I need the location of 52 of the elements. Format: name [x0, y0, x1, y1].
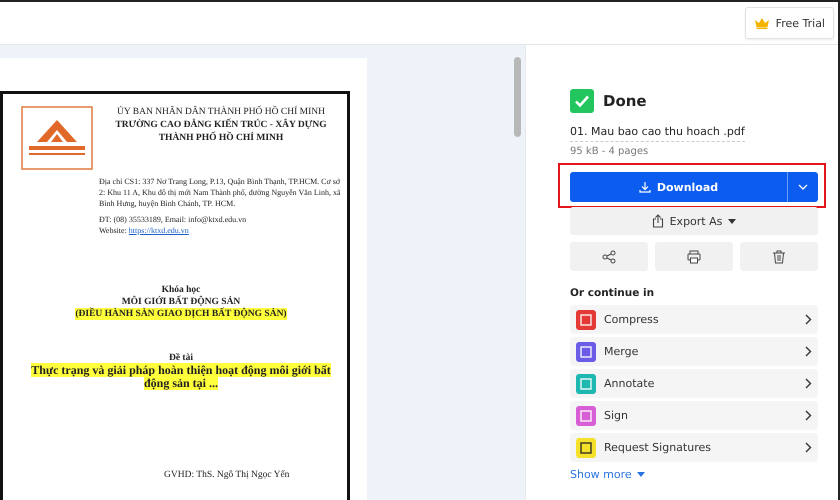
show-more-link[interactable]: Show more: [570, 468, 645, 481]
website-label: Website:: [99, 226, 127, 235]
delete-button[interactable]: [740, 242, 818, 271]
tool-item[interactable]: Compress: [570, 305, 818, 334]
file-name: 01. Mau bao cao thu hoach .pdf: [570, 125, 745, 142]
header-line: THÀNH PHỐ HỒ CHÍ MINH: [158, 132, 284, 145]
free-trial-button[interactable]: Free Trial: [744, 7, 834, 39]
file-meta: 95 kB - 4 pages: [570, 146, 650, 157]
topic-label: Đề tài: [168, 352, 193, 364]
course-label: Khóa học: [162, 284, 200, 296]
chevron-down-icon: [798, 184, 808, 190]
chevron-right-icon: [805, 378, 812, 389]
tool-icon: [576, 374, 596, 394]
school-logo: [21, 106, 93, 170]
status-title: Done: [603, 92, 647, 110]
tool-icon: [576, 310, 596, 330]
header-line: ỦY BAN NHÂN DÂN THÀNH PHỐ HỒ CHÍ MINH: [117, 106, 325, 118]
trash-icon: [772, 250, 786, 264]
contact-text: ĐT: (08) 35533189, Email: info@ktxd.edu.vn: [99, 214, 248, 225]
tool-icon: [576, 438, 596, 458]
chevron-right-icon: [805, 410, 812, 421]
tool-icon: [576, 342, 596, 362]
website-link[interactable]: https://ktxd.edu.vn: [128, 226, 189, 235]
advisor-text: GVHD: ThS. Ngô Thị Ngọc Yến: [164, 470, 290, 480]
address-text: Địa chỉ CS1: 337 Nơ Trang Long, P.13, Quận Bình Thạnh, TP.HCM. Cơ sở 2: Khu 11 A, Khu đô thị mới Nam Thành phố, đường Nguyễn Văn Linh, xã Bình Hưng, huyện Bình Chánh, TP. HCM.: [99, 176, 341, 209]
check-icon: [570, 89, 594, 113]
export-icon: [652, 214, 664, 228]
tool-item[interactable]: Request Signatures: [570, 433, 818, 462]
download-icon: [638, 181, 651, 193]
section-heading: Or continue in: [570, 287, 656, 299]
tool-item[interactable]: Annotate: [570, 369, 818, 398]
export-button[interactable]: Export As: [570, 207, 818, 235]
tool-item[interactable]: Merge: [570, 337, 818, 366]
scrollbar-thumb[interactable]: [514, 57, 521, 137]
header-line: TRƯỜNG CAO ĐẲNG KIẾN TRÚC - XÂY DỰNG: [115, 119, 327, 132]
caret-icon: [728, 218, 736, 224]
topic-title: Thực trạng và giải pháp hoàn thiện hoạt động môi giới bất động sản tại ...: [31, 364, 331, 390]
print-button[interactable]: [655, 242, 733, 271]
dropdown-button[interactable]: [787, 172, 818, 202]
course-title: MÔI GIỚI BẤT ĐỘNG SẢN: [122, 296, 240, 308]
chevron-right-icon: [805, 442, 812, 453]
tool-icon: [576, 406, 596, 426]
course-subtitle: (ĐIỀU HÀNH SÀN GIAO DỊCH BẤT ĐỘNG SẢN): [75, 308, 287, 320]
crown-icon: [754, 17, 770, 29]
printer-icon: [687, 250, 701, 264]
download-button[interactable]: Download: [570, 172, 787, 202]
tool-item[interactable]: Sign: [570, 401, 818, 430]
chevron-right-icon: [805, 314, 812, 325]
share-button[interactable]: [570, 242, 648, 271]
share-icon: [602, 250, 616, 264]
caret-icon: [636, 472, 645, 477]
chevron-right-icon: [805, 346, 812, 357]
